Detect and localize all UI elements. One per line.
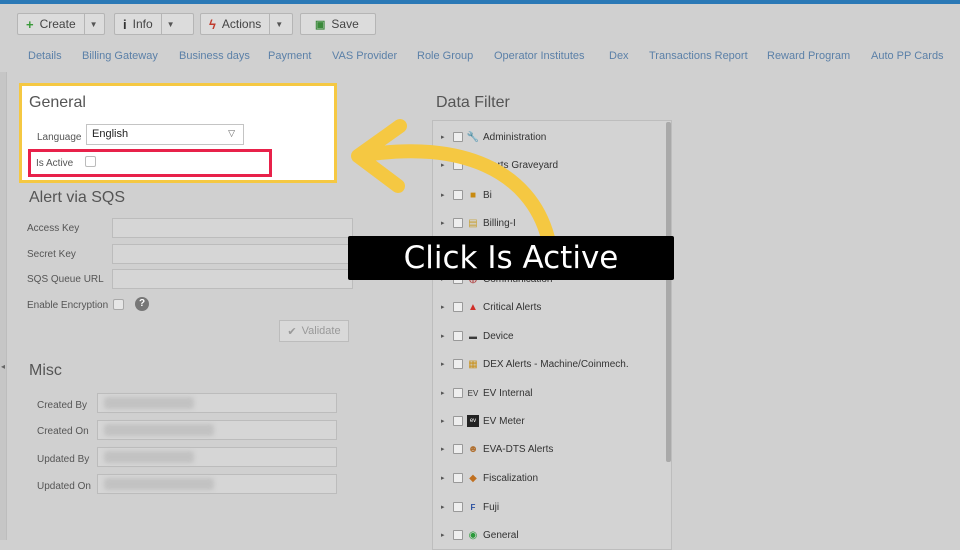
instruction-callout: Click Is Active: [348, 236, 674, 280]
